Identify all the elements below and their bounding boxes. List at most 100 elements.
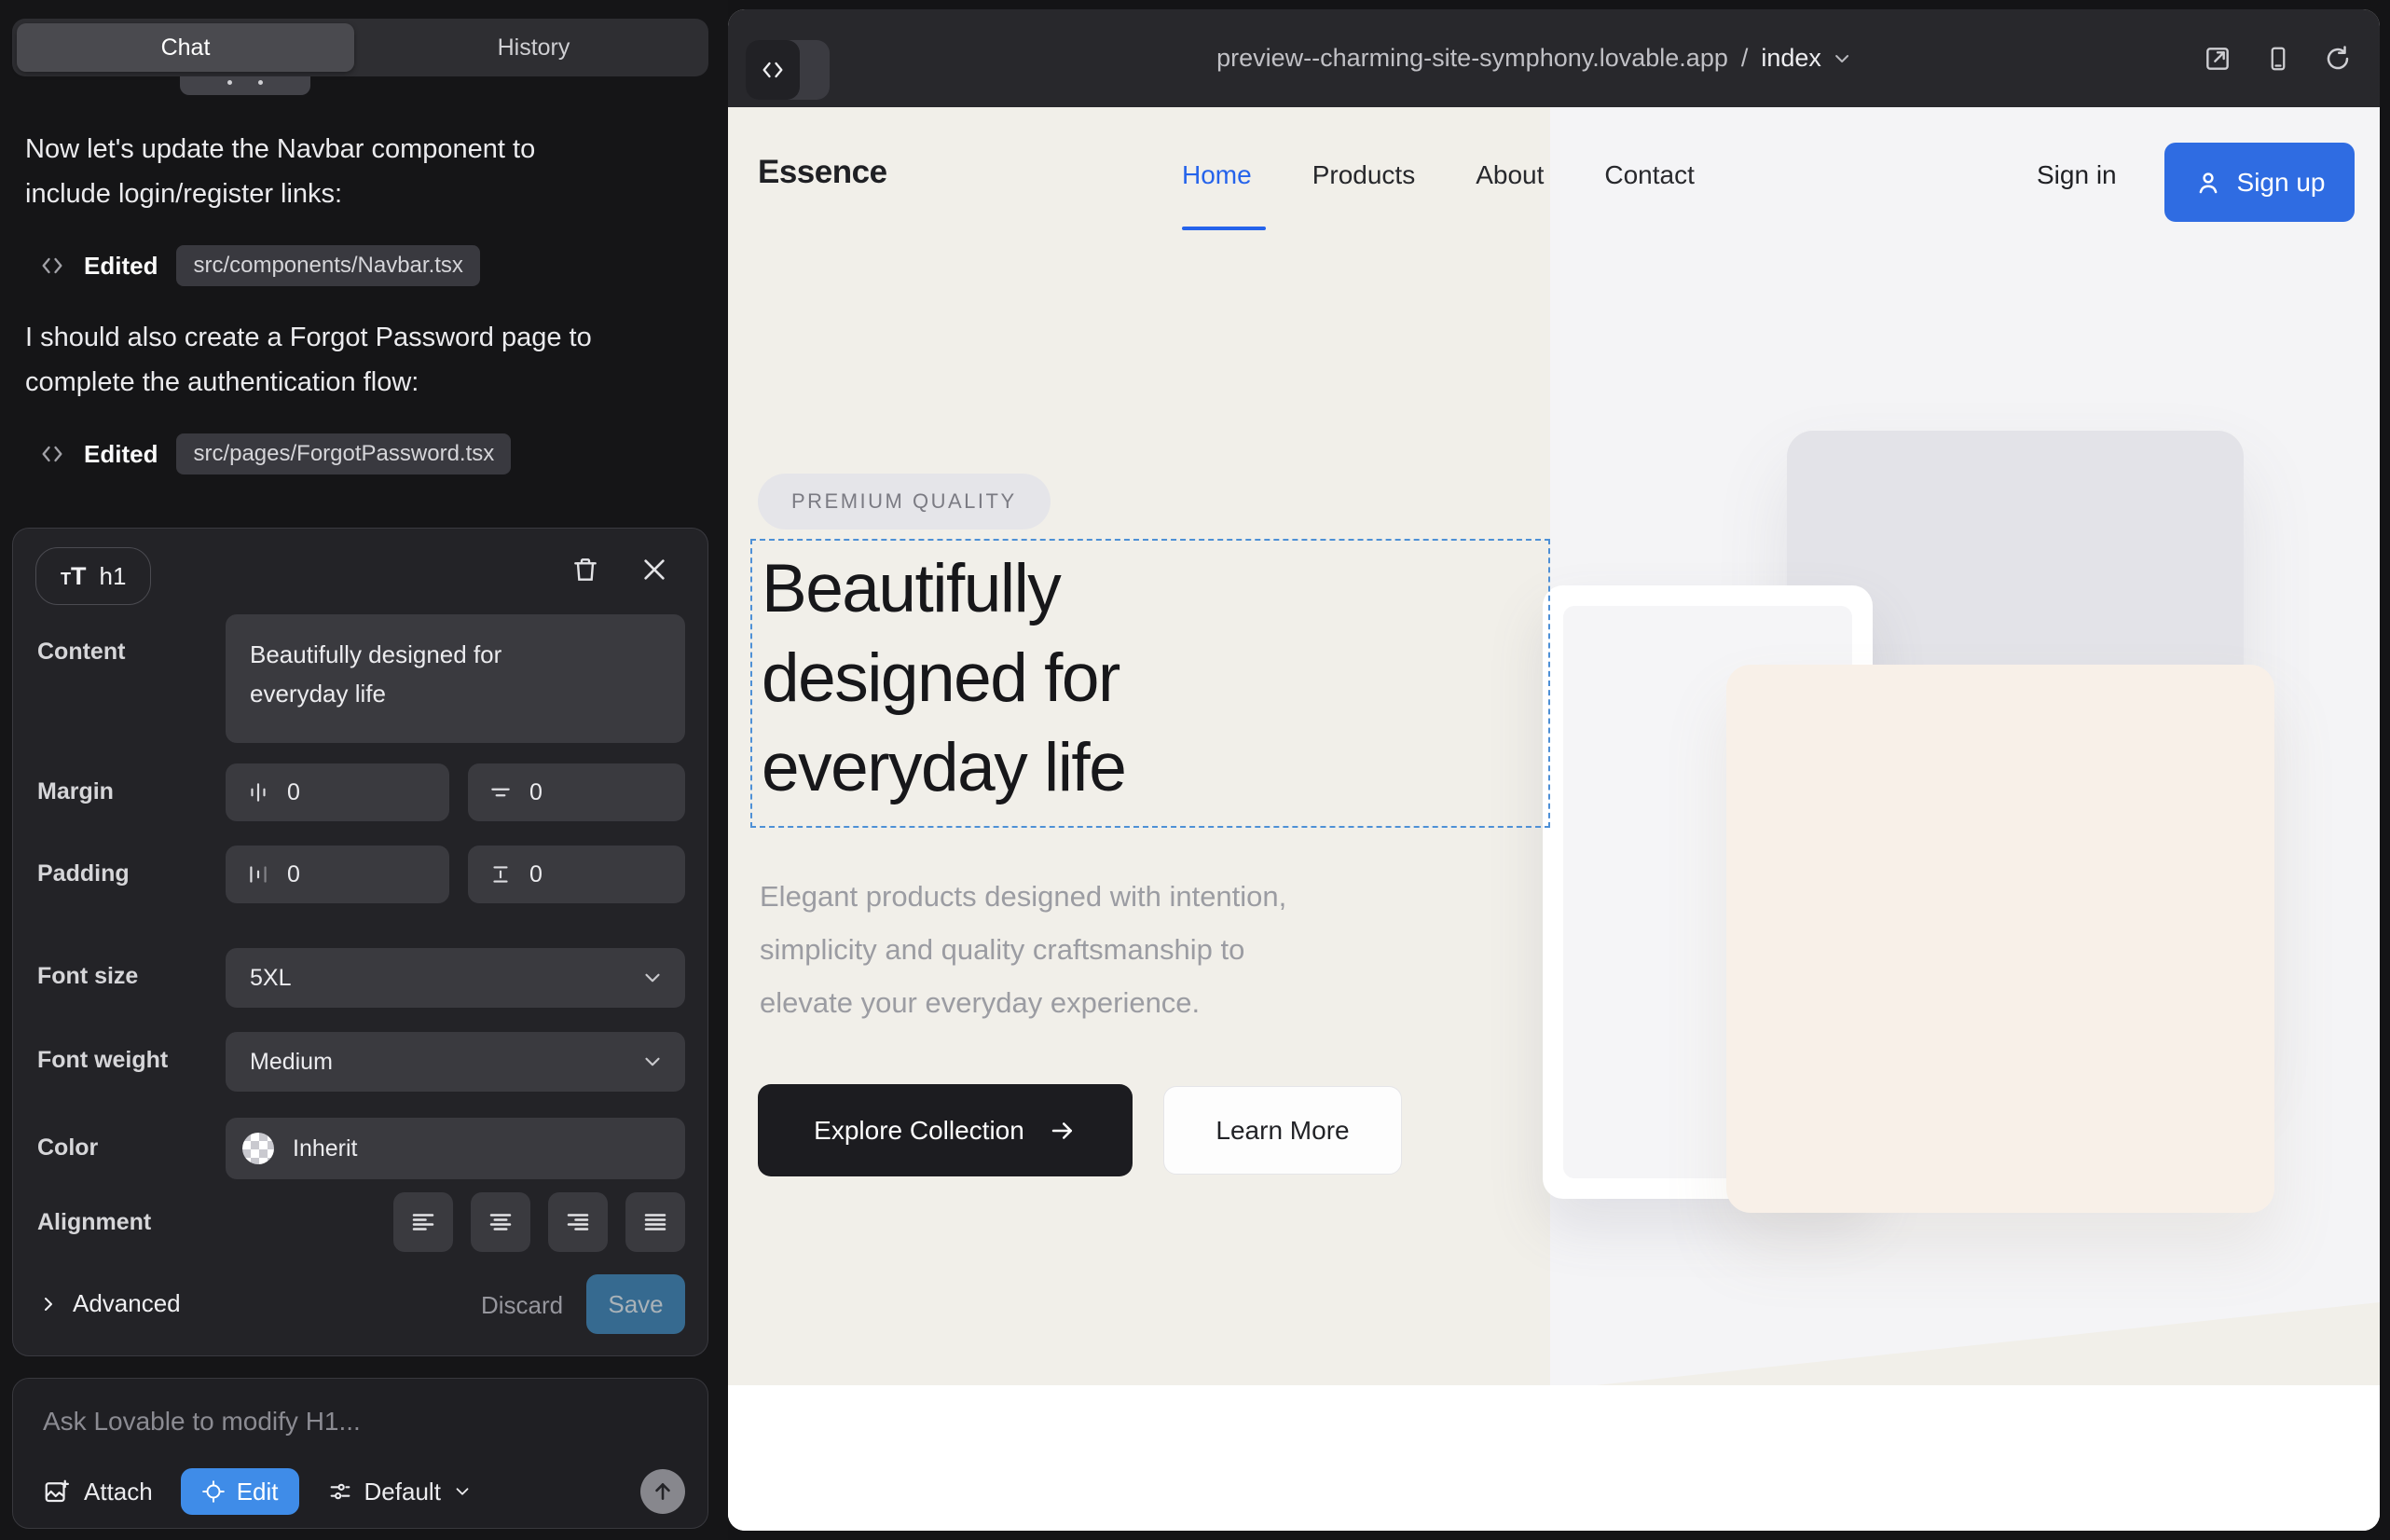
color-select[interactable]: Inherit bbox=[226, 1118, 685, 1179]
chevron-down-icon bbox=[640, 966, 665, 990]
padding-x-icon bbox=[246, 862, 270, 887]
composer-input[interactable]: Ask Lovable to modify H1... bbox=[43, 1407, 361, 1437]
chat-message: I should also create a Forgot Password p… bbox=[25, 315, 678, 405]
tab-history[interactable]: History bbox=[359, 19, 708, 76]
hero-heading: Beautifully designed for everyday life bbox=[762, 544, 1125, 813]
edited-label: Edited bbox=[84, 252, 158, 281]
refresh-button[interactable] bbox=[2324, 45, 2352, 73]
color-label: Color bbox=[37, 1134, 98, 1162]
url-separator: / bbox=[1738, 44, 1752, 73]
url-page: index bbox=[1761, 44, 1821, 73]
crosshair-icon bbox=[201, 1479, 226, 1504]
file-chip[interactable]: src/components/Navbar.tsx bbox=[176, 245, 479, 286]
chevron-down-icon bbox=[1831, 48, 1853, 70]
chevron-right-icon bbox=[37, 1293, 60, 1315]
align-left-icon bbox=[409, 1208, 437, 1236]
color-swatch-icon bbox=[242, 1133, 274, 1164]
code-preview-toggle[interactable] bbox=[746, 40, 830, 100]
chat-sidebar: Chat History Now let's update the Navbar… bbox=[0, 0, 728, 1540]
padding-y-icon bbox=[488, 862, 513, 887]
nav-link-about[interactable]: About bbox=[1476, 160, 1544, 190]
advanced-toggle[interactable]: Advanced bbox=[37, 1289, 181, 1318]
attach-button[interactable]: Attach bbox=[43, 1478, 153, 1506]
explore-collection-button[interactable]: Explore Collection bbox=[758, 1084, 1133, 1176]
delete-element-button[interactable] bbox=[570, 555, 600, 584]
edit-mode-button[interactable]: Edit bbox=[181, 1468, 299, 1515]
margin-x-input[interactable]: 0 bbox=[226, 763, 449, 821]
tag-name: h1 bbox=[100, 562, 127, 591]
margin-y-icon bbox=[488, 780, 513, 804]
premium-quality-badge: PREMIUM QUALITY bbox=[758, 474, 1051, 529]
arrow-right-icon bbox=[1049, 1117, 1077, 1145]
url-domain: preview--charming-site-symphony.lovable.… bbox=[1216, 44, 1728, 73]
code-icon bbox=[39, 441, 65, 467]
active-nav-underline bbox=[1182, 227, 1266, 230]
align-justify-button[interactable] bbox=[625, 1192, 685, 1252]
edited-file-row: Edited src/components/Navbar.tsx bbox=[39, 244, 480, 287]
refresh-icon bbox=[2324, 45, 2352, 73]
align-left-button[interactable] bbox=[393, 1192, 453, 1252]
external-link-icon bbox=[2203, 44, 2232, 74]
learn-more-button[interactable]: Learn More bbox=[1163, 1086, 1402, 1175]
tab-history-label: History bbox=[498, 34, 570, 62]
save-button[interactable]: Save bbox=[586, 1274, 685, 1334]
code-icon bbox=[746, 40, 800, 100]
attach-image-icon bbox=[43, 1478, 71, 1506]
tab-chat-label: Chat bbox=[161, 34, 211, 62]
alignment-buttons bbox=[393, 1192, 685, 1252]
site-preview: Essence Home Products About Contact Sign… bbox=[728, 107, 2380, 1531]
chevron-down-icon bbox=[452, 1481, 473, 1502]
trash-icon bbox=[570, 555, 600, 584]
site-nav: Home Products About Contact bbox=[1182, 160, 1695, 190]
content-input[interactable]: Beautifully designed for everyday life bbox=[226, 614, 685, 743]
url-bar[interactable]: preview--charming-site-symphony.lovable.… bbox=[1216, 9, 1853, 107]
hero-paragraph: Elegant products designed with intention… bbox=[760, 870, 1286, 1029]
nav-link-contact[interactable]: Contact bbox=[1604, 160, 1695, 190]
align-right-icon bbox=[564, 1208, 592, 1236]
content-label: Content bbox=[37, 639, 125, 666]
padding-x-input[interactable]: 0 bbox=[226, 846, 449, 903]
edited-file-row: Edited src/pages/ForgotPassword.tsx bbox=[39, 433, 511, 475]
margin-x-icon bbox=[246, 780, 270, 804]
mobile-icon bbox=[2264, 45, 2292, 73]
font-weight-select[interactable]: Medium bbox=[226, 1032, 685, 1092]
tab-chat[interactable]: Chat bbox=[17, 23, 354, 72]
padding-y-input[interactable]: 0 bbox=[468, 846, 685, 903]
mobile-view-button[interactable] bbox=[2264, 45, 2292, 73]
hero-bottom-whitespace bbox=[728, 1385, 2380, 1531]
sliders-icon bbox=[327, 1478, 353, 1505]
align-justify-icon bbox=[641, 1208, 669, 1236]
file-chip[interactable]: src/pages/ForgotPassword.tsx bbox=[176, 433, 511, 474]
model-default-select[interactable]: Default bbox=[327, 1478, 473, 1506]
alignment-label: Alignment bbox=[37, 1209, 151, 1236]
site-logo[interactable]: Essence bbox=[758, 154, 887, 191]
decor-card-cream bbox=[1726, 665, 2274, 1213]
h1-selection-outline[interactable]: Beautifully designed for everyday life bbox=[750, 539, 1550, 828]
font-weight-label: Font weight bbox=[37, 1047, 168, 1074]
open-external-button[interactable] bbox=[2203, 44, 2232, 74]
sign-up-button[interactable]: Sign up bbox=[2164, 143, 2355, 222]
margin-y-input[interactable]: 0 bbox=[468, 763, 685, 821]
nav-link-home[interactable]: Home bbox=[1182, 160, 1252, 190]
align-center-button[interactable] bbox=[471, 1192, 530, 1252]
font-size-label: Font size bbox=[37, 963, 138, 990]
discard-button[interactable]: Discard bbox=[481, 1291, 563, 1320]
preview-window: preview--charming-site-symphony.lovable.… bbox=[728, 9, 2380, 1531]
send-button[interactable] bbox=[640, 1469, 685, 1514]
selected-tag-pill: TT h1 bbox=[35, 547, 151, 605]
chevron-down-icon bbox=[640, 1050, 665, 1074]
sign-in-link[interactable]: Sign in bbox=[2037, 160, 2117, 190]
edited-label: Edited bbox=[84, 440, 158, 469]
nav-link-products[interactable]: Products bbox=[1312, 160, 1416, 190]
chat-composer: Ask Lovable to modify H1... Attach Edit … bbox=[12, 1378, 708, 1529]
margin-label: Margin bbox=[37, 778, 114, 805]
arrow-up-icon bbox=[651, 1479, 675, 1504]
chat-history-tabbar: Chat History bbox=[12, 19, 708, 76]
align-right-button[interactable] bbox=[548, 1192, 608, 1252]
code-icon bbox=[39, 253, 65, 279]
close-icon bbox=[639, 555, 669, 584]
element-editor-panel: TT h1 Content Beautifully designed for e… bbox=[12, 528, 708, 1356]
close-editor-button[interactable] bbox=[639, 555, 669, 584]
user-icon bbox=[2194, 169, 2222, 197]
font-size-select[interactable]: 5XL bbox=[226, 948, 685, 1008]
